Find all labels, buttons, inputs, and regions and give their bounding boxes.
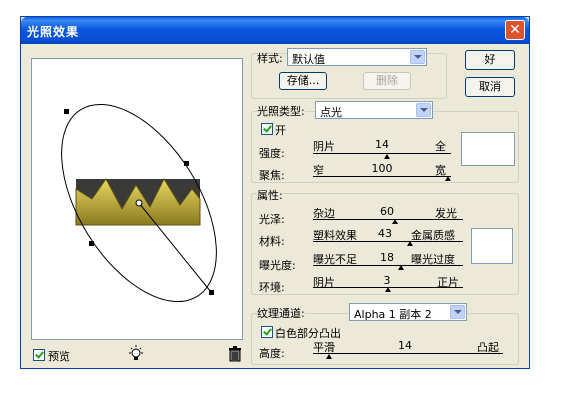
exposure-slider[interactable] xyxy=(313,265,463,266)
save-button[interactable]: 存储... xyxy=(279,72,327,90)
height-value: 14 xyxy=(398,339,412,352)
material-slider-thumb[interactable] xyxy=(407,241,413,246)
lighting-effects-dialog: 光照效果 ✕ 预览 样式: 默认值 存储... 删除 好 取消 光照类型: 点光… xyxy=(20,16,530,369)
texture-channel-value: Alpha 1 副本 2 xyxy=(354,308,432,321)
intensity-value: 14 xyxy=(375,138,389,151)
light-type-select[interactable]: 点光 xyxy=(315,101,433,119)
chevron-down-icon xyxy=(410,50,425,64)
ambience-label: 环境: xyxy=(259,281,285,294)
focus-value: 100 xyxy=(371,162,393,175)
exposure-value: 18 xyxy=(380,251,394,264)
ellipse-handle xyxy=(89,241,94,246)
exposure-slider-thumb[interactable] xyxy=(398,265,404,270)
preview-label: 预览 xyxy=(48,350,70,363)
texture-channel-select[interactable]: Alpha 1 副本 2 xyxy=(349,303,467,321)
ellipse-handle xyxy=(184,161,189,166)
height-slider-thumb[interactable] xyxy=(326,354,332,359)
ellipse-handle xyxy=(209,290,214,295)
delete-button[interactable]: 删除 xyxy=(363,72,411,90)
ambience-value: 3 xyxy=(383,274,391,287)
ellipse-handle xyxy=(64,109,69,114)
trash-icon[interactable] xyxy=(227,345,243,362)
ok-button[interactable]: 好 xyxy=(465,50,515,70)
style-select[interactable]: 默认值 xyxy=(287,48,427,66)
intensity-right-label: 全 xyxy=(435,140,446,153)
chevron-down-icon xyxy=(416,103,431,117)
title-bar[interactable]: 光照效果 ✕ xyxy=(21,17,529,44)
ambient-color-swatch[interactable] xyxy=(471,228,513,264)
light-on-label: 开 xyxy=(275,124,286,137)
cancel-button[interactable]: 取消 xyxy=(465,77,515,97)
close-button[interactable]: ✕ xyxy=(505,20,525,40)
chevron-down-icon xyxy=(450,305,465,319)
white-high-checkbox[interactable] xyxy=(261,326,273,338)
gloss-value: 60 xyxy=(380,205,394,218)
material-slider[interactable] xyxy=(313,241,463,242)
light-type-select-value: 点光 xyxy=(320,106,342,119)
height-label: 高度: xyxy=(259,347,285,360)
intensity-slider-thumb[interactable] xyxy=(384,154,390,159)
height-slider[interactable] xyxy=(313,353,503,354)
focus-slider-thumb[interactable] xyxy=(445,176,451,181)
focus-label: 聚焦: xyxy=(259,169,285,182)
intensity-label: 强度: xyxy=(259,147,285,160)
preview-checkbox[interactable] xyxy=(33,349,45,361)
window-title: 光照效果 xyxy=(27,25,80,39)
exposure-label: 曝光度: xyxy=(259,259,296,272)
material-label: 材料: xyxy=(259,235,285,248)
preview-area[interactable] xyxy=(31,58,243,340)
light-center-handle xyxy=(135,199,143,207)
light-preview-canvas[interactable] xyxy=(32,59,242,339)
gloss-slider[interactable] xyxy=(313,219,463,220)
texture-channel-label: 纹理通道: xyxy=(257,305,305,321)
intensity-left-label: 阴片 xyxy=(313,140,335,153)
intensity-slider[interactable] xyxy=(313,153,451,154)
ambience-slider-thumb[interactable] xyxy=(385,287,391,292)
gloss-slider-thumb[interactable] xyxy=(392,219,398,224)
light-type-label: 光照类型: xyxy=(257,103,305,119)
style-select-value: 默认值 xyxy=(292,53,325,66)
light-color-swatch[interactable] xyxy=(461,132,515,166)
style-label: 样式: xyxy=(257,52,283,65)
gloss-label: 光泽: xyxy=(259,213,285,226)
focus-slider[interactable] xyxy=(313,176,451,177)
properties-label: 属性: xyxy=(257,187,283,203)
light-on-checkbox[interactable] xyxy=(261,123,273,135)
light-bulb-icon[interactable] xyxy=(127,345,145,363)
material-value: 43 xyxy=(378,227,392,240)
